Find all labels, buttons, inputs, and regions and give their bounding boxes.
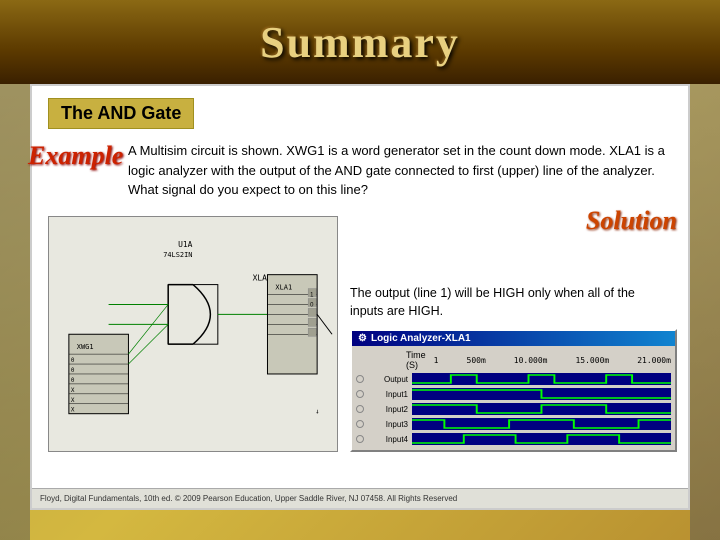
svg-text:X: X [71, 386, 75, 393]
svg-text:XWG1: XWG1 [77, 343, 94, 351]
la-ch-label-input3: Input3 [368, 420, 412, 429]
svg-text:↓: ↓ [315, 407, 319, 415]
la-t3: 10.000m [514, 356, 548, 365]
la-radio-input4[interactable] [356, 435, 364, 443]
la-radio-output[interactable] [356, 375, 364, 383]
footer: Floyd, Digital Fundamentals, 10th ed. © … [32, 488, 688, 508]
la-ch-ctrl-input1 [356, 390, 368, 398]
la-t4: 15.000m [575, 356, 609, 365]
la-radio-input1[interactable] [356, 390, 364, 398]
page-wrapper: Summary The AND Gate Example A Multisim … [0, 0, 720, 540]
la-waveform-input4 [412, 433, 671, 445]
svg-text:0: 0 [71, 366, 75, 373]
la-waveform-input2 [412, 403, 671, 415]
page-title: Summary [260, 17, 460, 68]
la-body: Time (S) 1 500m 10.000m 15.000m 21.000m [352, 346, 675, 450]
la-channels: Output [356, 372, 671, 446]
right-section: Solution The output (line 1) will be HIG… [350, 216, 677, 453]
la-ch-label-input4: Input4 [368, 435, 412, 444]
la-time-label: Time (S) [406, 350, 426, 370]
slide-content: The AND Gate Example A Multisim circuit … [30, 84, 690, 510]
svg-text:0: 0 [71, 357, 75, 364]
svg-text:U1A: U1A [178, 239, 193, 248]
la-time-values: 1 500m 10.000m 15.000m 21.000m [434, 356, 671, 365]
la-ch-ctrl-output [356, 375, 368, 383]
la-time-row: Time (S) 1 500m 10.000m 15.000m 21.000m [356, 350, 671, 370]
svg-text:XLA1: XLA1 [275, 283, 292, 291]
la-ch-ctrl-input4 [356, 435, 368, 443]
svg-text:X: X [71, 396, 75, 403]
svg-text:0: 0 [71, 376, 75, 383]
la-waveform-output [412, 373, 671, 385]
la-ch-ctrl-input2 [356, 405, 368, 413]
la-icon: ⚙ [358, 333, 367, 344]
la-channel-input3: Input3 [356, 417, 671, 431]
la-waveform-input1 [412, 388, 671, 400]
la-title: Logic Analyzer-XLA1 [371, 333, 471, 344]
la-waveform-input3 [412, 418, 671, 430]
example-text: A Multisim circuit is shown. XWG1 is a w… [128, 141, 672, 200]
la-t1: 1 [434, 356, 439, 365]
la-ch-label-output: Output [368, 375, 412, 384]
la-radio-input2[interactable] [356, 405, 364, 413]
title-bar: Summary [0, 0, 720, 84]
la-ch-ctrl-input3 [356, 420, 368, 428]
solution-text: The output (line 1) will be HIGH only wh… [350, 284, 667, 322]
la-t2: 500m [467, 356, 486, 365]
example-label: Example [28, 141, 123, 171]
la-radio-input3[interactable] [356, 420, 364, 428]
la-titlebar: ⚙ Logic Analyzer-XLA1 [352, 331, 675, 346]
circuit-diagram: U1A 74LS2IN XLA1 [48, 216, 338, 453]
solution-label: Solution [586, 206, 677, 236]
la-ch-label-input2: Input2 [368, 405, 412, 414]
svg-text:X: X [71, 406, 75, 413]
la-channel-input1: Input1 [356, 387, 671, 401]
la-ch-label-input1: Input1 [368, 390, 412, 399]
svg-text:74LS2IN: 74LS2IN [163, 250, 192, 258]
la-channel-output: Output [356, 372, 671, 386]
logic-analyzer-window[interactable]: ⚙ Logic Analyzer-XLA1 Time (S) 1 500m 10… [350, 329, 677, 452]
bottom-section: U1A 74LS2IN XLA1 [48, 216, 672, 453]
footer-text: Floyd, Digital Fundamentals, 10th ed. © … [40, 494, 457, 503]
circuit-svg: U1A 74LS2IN XLA1 [49, 217, 337, 452]
la-channel-input2: Input2 [356, 402, 671, 416]
slide-heading: The AND Gate [48, 98, 194, 129]
la-channel-input4: Input4 [356, 432, 671, 446]
la-t5: 21.000m [637, 356, 671, 365]
